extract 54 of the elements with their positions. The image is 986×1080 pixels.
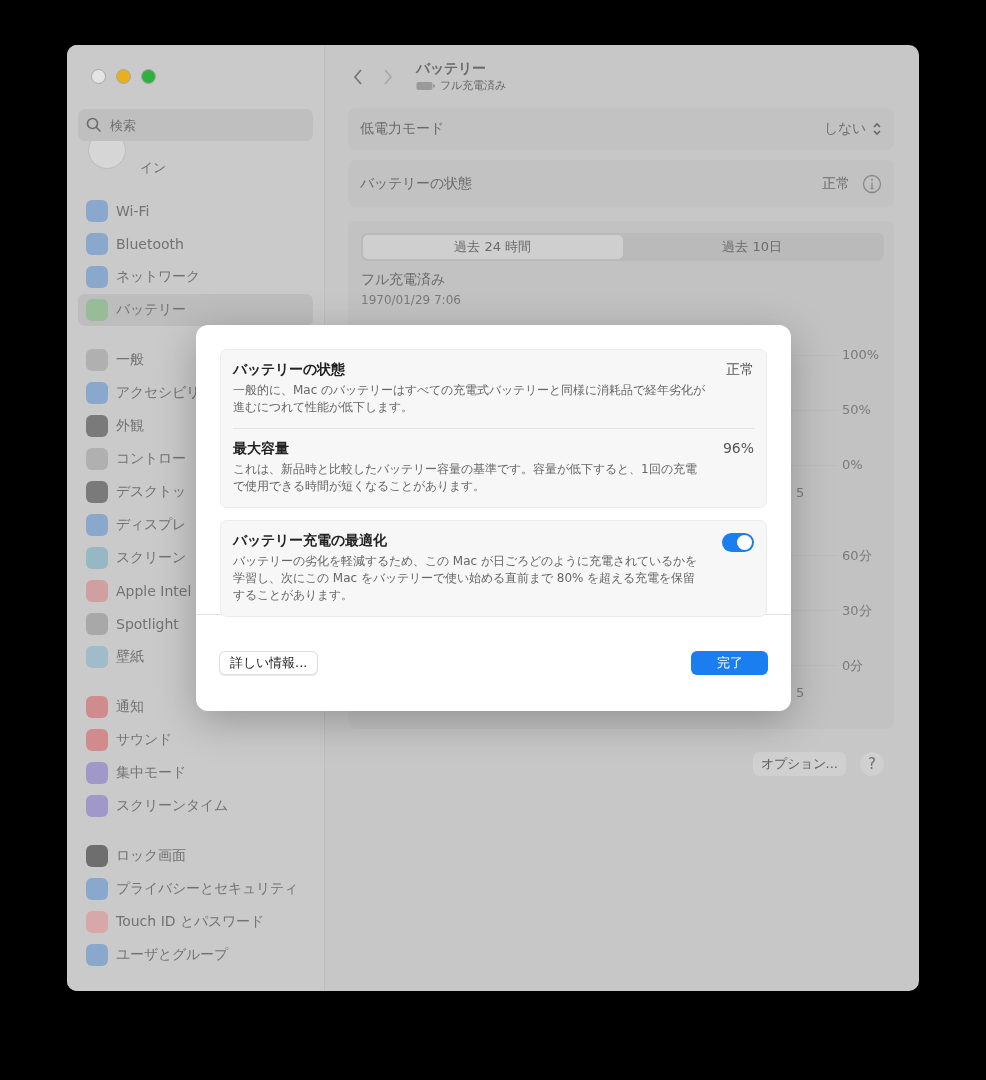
item-description: これは、新品時と比較したバッテリー容量の基準です。容量が低下すると、1回の充電で使用できる時間が短くなることがあります。 — [233, 461, 698, 495]
toggle-switch[interactable] — [722, 533, 754, 552]
axis-label: 0分 — [842, 657, 864, 675]
sidebar-item[interactable]: 通知 — [78, 691, 313, 723]
sidebar-item[interactable]: Wi-Fi — [78, 195, 313, 227]
period-tab[interactable]: 過去 24 時間 — [363, 235, 623, 259]
sidebar-item[interactable]: ロック画面 — [78, 840, 313, 872]
battery-icon — [416, 80, 436, 91]
sidebar-item[interactable]: ネットワーク — [78, 261, 313, 293]
axis-label: 60分 — [842, 547, 872, 565]
charge-date: 1970/01/29 7:06 — [361, 293, 462, 307]
period-tab[interactable]: 過去 10日 — [622, 235, 882, 259]
popup-button[interactable]: しない — [824, 120, 882, 138]
axis-label: 30分 — [842, 602, 872, 620]
sidebar-item[interactable]: プライバシーとセキュリティ — [78, 873, 313, 905]
axis-label: 5 — [796, 485, 805, 500]
options-button[interactable]: オプション... — [752, 752, 846, 776]
updown-icon — [872, 121, 882, 137]
setting-label: 低電力モード — [360, 120, 444, 138]
item-value: 正常 — [726, 361, 754, 379]
search-icon — [86, 117, 102, 133]
done-button[interactable]: 完了 — [691, 651, 768, 675]
page-subtitle: フル充電済み — [440, 78, 506, 93]
more-info-button[interactable]: 詳しい情報... — [219, 651, 319, 675]
item-title: バッテリー充電の最適化 — [233, 532, 388, 550]
axis-label: 100% — [842, 347, 880, 362]
sidebar-item[interactable]: スクリーンタイム — [78, 790, 313, 822]
sidebar-item[interactable]: バッテリー — [78, 294, 313, 326]
item-title: 最大容量 — [233, 440, 290, 458]
account-label[interactable]: イン — [140, 159, 166, 177]
axis-label: 0% — [842, 457, 863, 472]
setting-label: バッテリーの状態 — [360, 174, 472, 193]
sidebar-item[interactable]: ユーザとグループ — [78, 939, 313, 971]
page-title: バッテリー — [416, 60, 487, 78]
setting-value: 正常 — [822, 174, 850, 193]
sidebar-item[interactable]: Bluetooth — [78, 228, 313, 260]
axis-label: 50% — [842, 402, 871, 417]
window-control-icon[interactable] — [116, 69, 131, 84]
info-icon[interactable] — [862, 173, 882, 194]
help-button[interactable]: ? — [860, 752, 884, 776]
avatar-icon — [88, 141, 126, 169]
item-value: 96% — [722, 440, 754, 456]
item-title: バッテリーの状態 — [233, 361, 346, 379]
search-field[interactable]: 検索 — [78, 109, 313, 141]
window-control-icon[interactable] — [91, 69, 106, 84]
sidebar-item[interactable]: Spotlight — [78, 608, 313, 640]
axis-label: 5 — [796, 685, 805, 700]
charge-status: フル充電済み — [361, 271, 446, 289]
sidebar-item[interactable]: Touch ID とパスワード — [78, 906, 313, 938]
sidebar-item[interactable]: 集中モード — [78, 757, 313, 789]
item-description: 一般的に、Mac のバッテリーはすべての充電式バッテリーと同様に消耗品で経年劣化が進むにつれて性能が低下します。 — [233, 382, 707, 416]
window-control-icon[interactable] — [141, 69, 156, 84]
sidebar-item[interactable]: サウンド — [78, 724, 313, 756]
item-description: バッテリーの劣化を軽減するため、この Mac が日ごろどのように充電されているかを学習し、次にこの Mac をバッテリーで使い始める直前まで 80% を超える充電を保留することがあります。 — [233, 553, 698, 604]
